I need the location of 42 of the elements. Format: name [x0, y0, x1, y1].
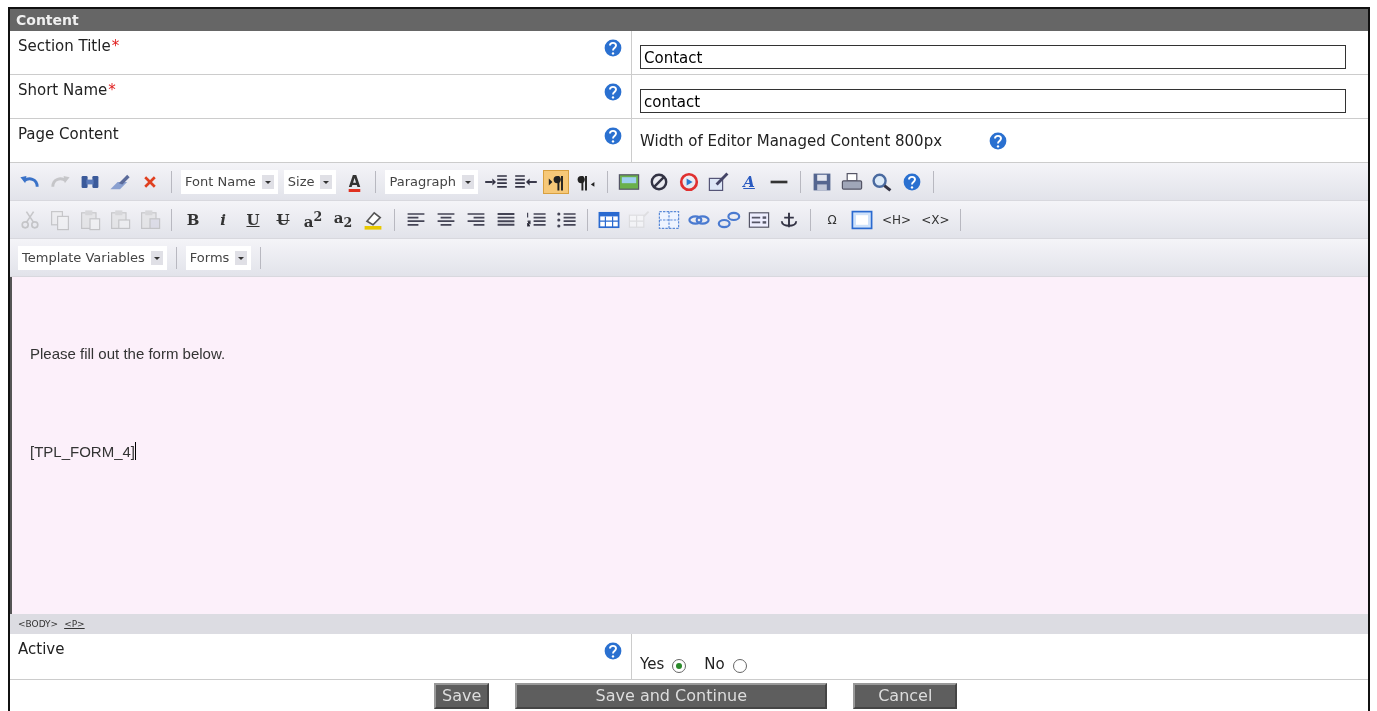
- radio-label: Yes: [640, 655, 665, 673]
- path-link[interactable]: <BODY>: [18, 619, 59, 629]
- editor-content[interactable]: Please fill out the form below. [TPL_FORM_4]: [10, 277, 1368, 614]
- action-button[interactable]: Save: [434, 682, 490, 709]
- field-label: Active: [18, 640, 65, 658]
- format-button[interactable]: <X>: [919, 207, 952, 232]
- grid-icon[interactable]: [657, 208, 681, 231]
- frame-icon[interactable]: [850, 208, 874, 231]
- radio-button[interactable]: [672, 659, 687, 673]
- dropdown[interactable]: Font Name: [181, 169, 278, 194]
- format-button[interactable]: U: [271, 207, 295, 232]
- format-button[interactable]: <H>: [880, 207, 914, 232]
- format-button[interactable]: U: [241, 207, 265, 232]
- format-button[interactable]: a$_{2}$: [331, 207, 355, 232]
- path-link[interactable]: <P>: [64, 619, 85, 629]
- field-label: Section Title: [18, 37, 111, 55]
- paragraph: Please fill out the form below.: [30, 345, 227, 362]
- format-button[interactable]: A: [342, 169, 367, 194]
- field-label: Page Content: [18, 125, 119, 143]
- dropdown[interactable]: Paragraph: [385, 169, 479, 194]
- radio-button[interactable]: [732, 659, 747, 673]
- dropdown[interactable]: Template Variables: [18, 245, 167, 270]
- required-mark: *: [111, 37, 120, 55]
- required-mark: *: [108, 81, 116, 99]
- dropdown[interactable]: Size: [283, 169, 337, 194]
- text-field[interactable]: contact: [640, 88, 1346, 113]
- action-button[interactable]: Save and Continue: [515, 682, 828, 709]
- format-button[interactable]: a$^{2}$: [301, 207, 325, 232]
- field-label: Short Name: [18, 81, 108, 99]
- panel-title: Content: [16, 12, 79, 28]
- action-button[interactable]: Cancel: [853, 682, 958, 709]
- format-button[interactable]: i: [211, 207, 235, 232]
- format-button[interactable]: A: [737, 169, 762, 194]
- format-button[interactable]: B: [181, 207, 205, 232]
- format-button[interactable]: Ω: [820, 207, 844, 232]
- field-note: Width of Editor Managed Content 800px: [640, 131, 943, 150]
- text-field[interactable]: Contact: [640, 44, 1346, 69]
- dropdown[interactable]: Forms: [185, 245, 252, 270]
- printer-icon[interactable]: [840, 170, 865, 193]
- radio-label: No: [704, 655, 725, 673]
- pilcrow-right-icon[interactable]: [544, 170, 569, 193]
- paragraph: [TPL_FORM_4]: [30, 442, 138, 460]
